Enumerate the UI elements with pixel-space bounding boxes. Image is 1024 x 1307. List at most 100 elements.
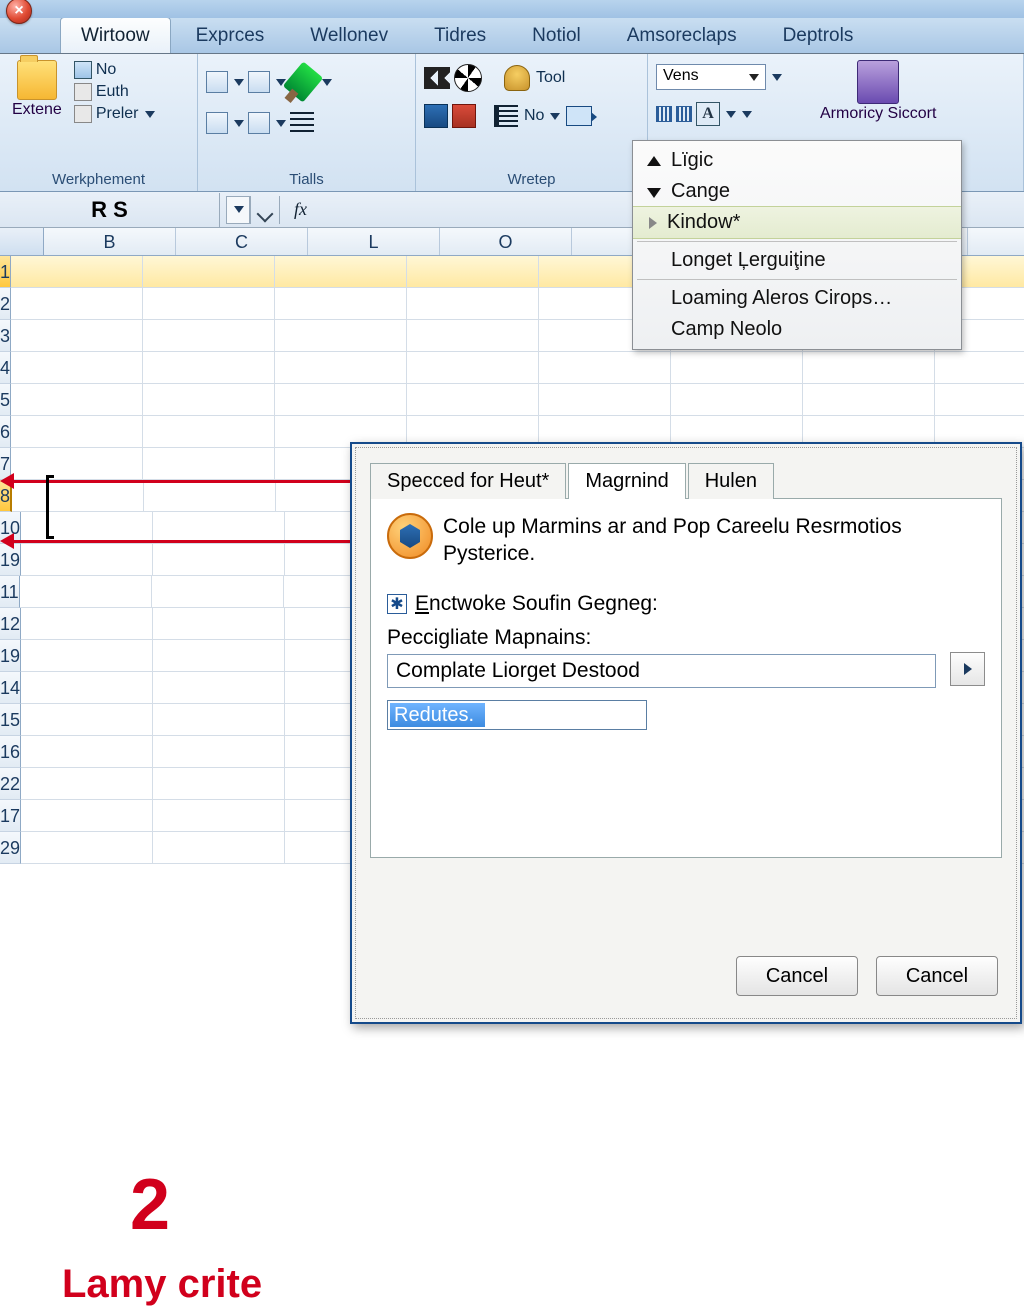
cell[interactable]: [275, 352, 407, 384]
cell[interactable]: [21, 640, 153, 672]
cell[interactable]: [539, 352, 671, 384]
blue-icon[interactable]: [424, 104, 448, 128]
cell[interactable]: [407, 352, 539, 384]
chevron-down-icon[interactable]: [322, 79, 332, 86]
cell[interactable]: [11, 448, 143, 480]
cell[interactable]: [407, 384, 539, 416]
zig-icon[interactable]: [424, 67, 450, 89]
dropdown-item-loaming[interactable]: Loaming Aleros Cirops…: [633, 283, 961, 314]
tool-icon-4[interactable]: [248, 112, 270, 134]
redutes-select[interactable]: Redutes.: [387, 700, 647, 730]
col-header[interactable]: C: [176, 228, 308, 255]
cell[interactable]: [153, 672, 285, 704]
cell[interactable]: [11, 256, 143, 288]
row-header[interactable]: 4: [0, 352, 11, 384]
cell[interactable]: [12, 480, 144, 512]
option-icon-1[interactable]: [656, 106, 672, 122]
dropdown-item-kindow[interactable]: Kindow*: [633, 206, 961, 239]
cell[interactable]: [11, 288, 143, 320]
name-box[interactable]: R S: [0, 193, 220, 227]
vens-select[interactable]: Vens: [656, 64, 766, 90]
row-header[interactable]: 1: [0, 256, 11, 288]
cell[interactable]: [143, 416, 275, 448]
cell[interactable]: [275, 288, 407, 320]
row-header[interactable]: 29: [0, 832, 21, 864]
tab-wirtoow[interactable]: Wirtoow: [60, 17, 171, 53]
col-header[interactable]: B: [44, 228, 176, 255]
cell[interactable]: [153, 704, 285, 736]
row-header[interactable]: 17: [0, 800, 21, 832]
euth-button[interactable]: Euth: [72, 82, 157, 102]
cell[interactable]: [153, 736, 285, 768]
cell[interactable]: [11, 384, 143, 416]
cell[interactable]: [153, 800, 285, 832]
extene-button[interactable]: Extene: [8, 58, 66, 121]
col-header[interactable]: O: [440, 228, 572, 255]
row-header[interactable]: 19: [0, 640, 21, 672]
row-header[interactable]: 16: [0, 736, 21, 768]
cell[interactable]: [11, 416, 143, 448]
cell[interactable]: [143, 288, 275, 320]
align-icon[interactable]: [494, 105, 518, 127]
tab-tidres[interactable]: Tidres: [413, 17, 507, 53]
option-icon-2[interactable]: [676, 106, 692, 122]
row-header[interactable]: 15: [0, 704, 21, 736]
chevron-down-icon[interactable]: [742, 111, 752, 118]
cell[interactable]: [143, 384, 275, 416]
cell[interactable]: [935, 352, 1024, 384]
row-header[interactable]: 6: [0, 416, 11, 448]
dialog-tab-specced[interactable]: Specced for Heut*: [370, 463, 566, 499]
fan-icon[interactable]: [454, 64, 482, 92]
cell[interactable]: [11, 320, 143, 352]
mapnains-input[interactable]: [387, 654, 936, 688]
checkbox[interactable]: ✱: [387, 594, 407, 614]
cell[interactable]: [143, 256, 275, 288]
cell[interactable]: [143, 352, 275, 384]
tab-notiol[interactable]: Notiol: [511, 17, 602, 53]
cancel-button-1[interactable]: Cancel: [736, 956, 858, 996]
chevron-down-icon[interactable]: [276, 120, 286, 127]
cell[interactable]: [143, 320, 275, 352]
cell[interactable]: [153, 640, 285, 672]
cell[interactable]: [21, 672, 153, 704]
dialog-tab-magrnind[interactable]: Magrnind: [568, 463, 685, 499]
cell[interactable]: [935, 384, 1024, 416]
cell[interactable]: [20, 576, 152, 608]
row-header[interactable]: 12: [0, 608, 21, 640]
formula-expand[interactable]: [250, 196, 280, 224]
cell[interactable]: [153, 544, 285, 576]
cell[interactable]: [21, 704, 153, 736]
cell[interactable]: [539, 384, 671, 416]
cancel-button-2[interactable]: Cancel: [876, 956, 998, 996]
tab-deptrols[interactable]: Deptrols: [762, 17, 875, 53]
dialog-tab-hulen[interactable]: Hulen: [688, 463, 774, 499]
cell[interactable]: [153, 832, 285, 864]
cell[interactable]: [11, 352, 143, 384]
chevron-down-icon[interactable]: [234, 79, 244, 86]
cell[interactable]: [21, 608, 153, 640]
tab-amsoreclaps[interactable]: Amsoreclaps: [606, 17, 758, 53]
row-header[interactable]: 22: [0, 768, 21, 800]
cell[interactable]: [275, 256, 407, 288]
lines-icon[interactable]: [290, 112, 314, 134]
cell[interactable]: [407, 256, 539, 288]
tool-icon-1[interactable]: [206, 71, 228, 93]
cell[interactable]: [153, 608, 285, 640]
cell[interactable]: [275, 384, 407, 416]
cell[interactable]: [152, 576, 284, 608]
tool-icon-2[interactable]: [248, 71, 270, 93]
dropdown-item-camp[interactable]: Camp Neolo: [633, 314, 961, 345]
row-header[interactable]: 5: [0, 384, 11, 416]
cell[interactable]: [21, 544, 153, 576]
brush-icon[interactable]: [283, 61, 323, 102]
cell[interactable]: [407, 320, 539, 352]
cell[interactable]: [21, 736, 153, 768]
tool-button[interactable]: Tool: [534, 68, 567, 88]
select-all-corner[interactable]: [0, 228, 44, 255]
armoricy-button[interactable]: Armoricy Siccort: [816, 58, 940, 125]
play-button[interactable]: [950, 652, 985, 686]
cell[interactable]: [21, 768, 153, 800]
preler-button[interactable]: Preler: [72, 104, 157, 124]
no-button[interactable]: No: [72, 60, 157, 80]
cell[interactable]: [144, 480, 276, 512]
